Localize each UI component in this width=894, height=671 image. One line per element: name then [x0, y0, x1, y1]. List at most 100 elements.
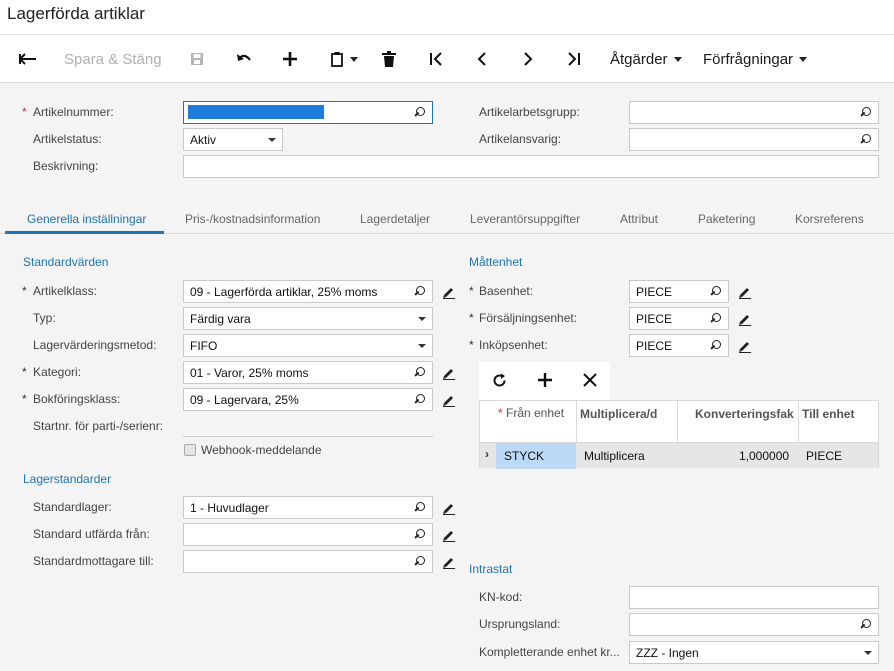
active-tab-indicator [5, 231, 164, 234]
plus-icon[interactable] [538, 373, 552, 387]
item-class-field[interactable]: 09 - Lagerförda artiklar, 25% moms [183, 280, 433, 303]
posting-class-value: 09 - Lagervara, 25% [190, 392, 299, 407]
prev-record-button[interactable] [472, 47, 492, 71]
type-label: Typ: [33, 311, 56, 325]
category-field[interactable]: 01 - Varor, 25% moms [183, 361, 433, 384]
actions-menu[interactable]: Åtgärder [610, 47, 682, 71]
search-icon[interactable] [414, 555, 426, 568]
item-class-label: Artikelklass: [33, 284, 98, 298]
search-icon[interactable] [710, 285, 722, 298]
edit-pencil-icon[interactable] [442, 366, 456, 380]
search-icon[interactable] [414, 366, 426, 379]
search-icon[interactable] [414, 285, 426, 298]
tab-attributes[interactable]: Attribut [620, 212, 658, 226]
purchase-unit-field[interactable]: PIECE [629, 334, 729, 357]
item-number-label: Artikelnummer: [33, 105, 114, 119]
description-field[interactable] [183, 155, 879, 178]
edit-pencil-icon[interactable] [738, 339, 752, 353]
chevron-down-icon [673, 56, 682, 62]
add-button[interactable] [280, 47, 300, 71]
tab-price-cost[interactable]: Pris-/kostnadsinformation [185, 212, 320, 226]
lot-serial-field[interactable] [183, 436, 433, 437]
category-value: 01 - Varor, 25% moms [190, 365, 309, 380]
supplementary-unit-value: ZZZ - Ingen [636, 645, 699, 660]
webhook-checkbox[interactable] [184, 444, 196, 456]
column-header-from-unit[interactable]: Från enhet [506, 406, 566, 420]
table-row[interactable]: › STYCK Multiplicera 1,000000 PIECE [480, 442, 878, 469]
chevron-down-icon [418, 316, 426, 321]
edit-pencil-icon[interactable] [442, 393, 456, 407]
valuation-method-value: FIFO [190, 338, 218, 353]
search-icon[interactable] [860, 106, 872, 119]
undo-button[interactable] [234, 47, 254, 71]
save-icon [191, 53, 203, 65]
conversion-factor-value[interactable]: 1,000000 [739, 449, 789, 463]
first-record-button[interactable] [426, 47, 446, 71]
item-status-select[interactable]: Aktiv [183, 128, 283, 151]
item-status-label: Artikelstatus: [33, 132, 102, 146]
type-select[interactable]: Färdig vara [183, 307, 433, 330]
tab-vendor-details[interactable]: Leverantörsuppgifter [470, 212, 580, 226]
close-icon[interactable] [583, 373, 597, 387]
item-manager-field[interactable] [629, 128, 879, 151]
search-icon[interactable] [860, 133, 872, 146]
save-button[interactable] [188, 47, 206, 71]
column-header-to-unit[interactable]: Till enhet [802, 407, 854, 421]
issue-from-label: Standard utfärda från: [33, 527, 150, 541]
sales-unit-field[interactable]: PIECE [629, 307, 729, 330]
save-close-button[interactable]: Spara & Stäng [64, 47, 162, 71]
conversion-grid-toolbar [479, 362, 610, 400]
supplementary-unit-label: Kompletterande enhet kr... [479, 645, 620, 659]
category-label: Kategori: [33, 365, 82, 379]
page-title: Lagerförda artiklar [7, 4, 145, 23]
column-header-multiply-divide[interactable]: Multiplicera/d [580, 407, 657, 421]
tab-warehouse-details[interactable]: Lagerdetaljer [360, 212, 430, 226]
column-header-conversion-factor[interactable]: Konverteringsfak [695, 407, 795, 421]
default-warehouse-field[interactable]: 1 - Huvudlager [183, 496, 433, 519]
toolbar: Spara & Stäng Åtgärder Förfrågningar [0, 35, 894, 83]
search-icon[interactable] [710, 339, 722, 352]
type-value: Färdig vara [190, 311, 251, 326]
inquiries-menu[interactable]: Förfrågningar [703, 47, 808, 71]
search-icon[interactable] [414, 501, 426, 514]
last-record-button[interactable] [564, 47, 584, 71]
edit-pencil-icon[interactable] [442, 285, 456, 299]
tab-cross-reference[interactable]: Korsreferens [795, 212, 864, 226]
multiply-divide-value[interactable]: Multiplicera [584, 449, 645, 463]
search-icon[interactable] [860, 618, 872, 631]
edit-pencil-icon[interactable] [738, 312, 752, 326]
description-label: Beskrivning: [33, 159, 99, 173]
last-icon [568, 52, 580, 66]
tab-packaging[interactable]: Paketering [698, 212, 755, 226]
issue-from-field[interactable] [183, 523, 433, 546]
edit-pencil-icon[interactable] [442, 528, 456, 542]
delete-button[interactable] [380, 47, 398, 71]
sales-unit-value: PIECE [636, 311, 673, 326]
posting-class-field[interactable]: 09 - Lagervara, 25% [183, 388, 433, 411]
base-unit-value: PIECE [636, 284, 673, 299]
back-button[interactable] [18, 47, 38, 71]
valuation-method-select[interactable]: FIFO [183, 334, 433, 357]
uom-section-title: Måttenhet [469, 255, 523, 269]
edit-pencil-icon[interactable] [442, 555, 456, 569]
work-group-label: Artikelarbetsgrupp: [479, 105, 580, 119]
search-icon[interactable] [414, 393, 426, 406]
kn-code-field[interactable] [629, 586, 879, 609]
copy-paste-button[interactable] [328, 47, 360, 71]
required-marker: * [22, 105, 27, 119]
to-unit-value[interactable]: PIECE [806, 449, 842, 463]
edit-pencil-icon[interactable] [738, 285, 752, 299]
required-marker: * [469, 311, 474, 325]
search-icon[interactable] [414, 106, 426, 119]
next-record-button[interactable] [518, 47, 538, 71]
edit-pencil-icon[interactable] [442, 501, 456, 515]
search-icon[interactable] [414, 528, 426, 541]
origin-country-field[interactable] [629, 613, 879, 636]
search-icon[interactable] [710, 312, 722, 325]
receipt-to-field[interactable] [183, 550, 433, 573]
work-group-field[interactable] [629, 101, 879, 124]
base-unit-field[interactable]: PIECE [629, 280, 729, 303]
supplementary-unit-select[interactable]: ZZZ - Ingen [629, 641, 879, 664]
tab-general-settings[interactable]: Generella inställningar [27, 212, 146, 226]
refresh-icon[interactable] [492, 373, 507, 388]
